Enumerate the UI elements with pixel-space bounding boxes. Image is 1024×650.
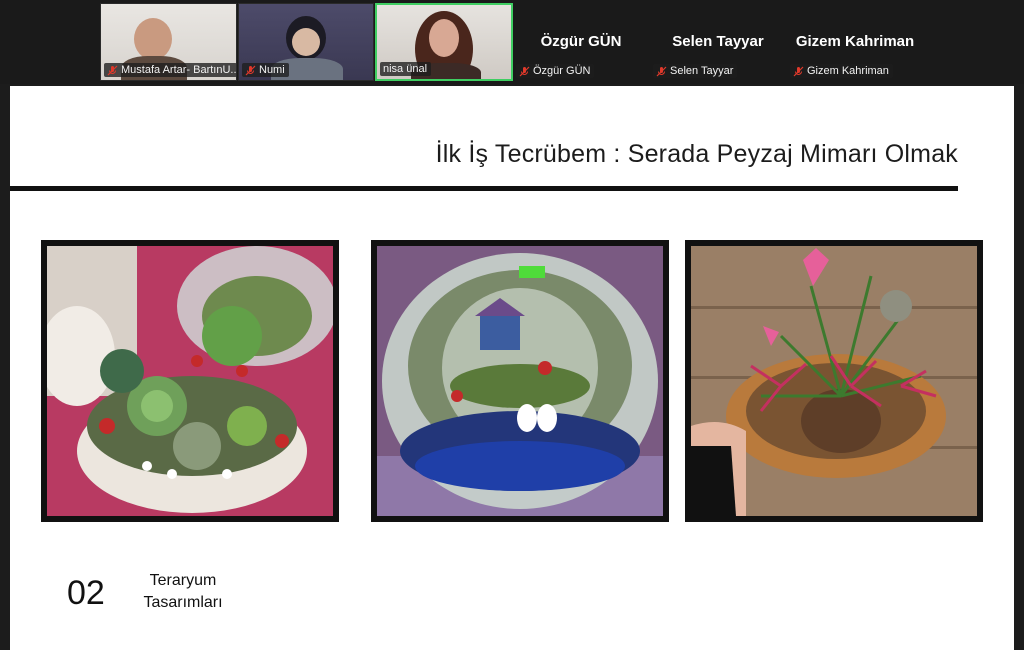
section-title: Teraryum Tasarımları <box>143 572 223 611</box>
section-number: 02 <box>67 574 105 612</box>
muted-mic-icon <box>107 65 118 76</box>
participant-tile-selen[interactable]: Selen Tayyar Selen Tayyar <box>650 3 786 81</box>
photo-succulent-terrarium <box>41 240 339 522</box>
participant-tile-nisa[interactable]: nisa ünal <box>375 3 513 81</box>
participant-name: Gizem Kahriman <box>807 65 889 77</box>
participant-display-name: Gizem Kahriman <box>795 33 915 50</box>
muted-mic-icon <box>656 66 667 77</box>
photo-air-plant-arrangement <box>685 240 983 522</box>
shared-slide: İlk İş Tecrübem : Serada Peyzaj Mimarı O… <box>10 86 1014 650</box>
participant-display-name: Selen Tayyar <box>672 33 764 50</box>
title-divider <box>10 186 958 191</box>
participant-display-name: Özgür GÜN <box>540 33 622 50</box>
participant-tile-numi[interactable]: Numi <box>238 3 374 81</box>
photo-glass-terrarium <box>371 240 669 522</box>
participant-name: Özgür GÜN <box>533 65 591 77</box>
participant-tile-ozgur[interactable]: Özgür GÜN Özgür GÜN <box>513 3 649 81</box>
participant-strip: Mustafa Artar- BartınU... Numi nisa ünal… <box>0 0 1024 84</box>
muted-mic-icon <box>245 65 256 76</box>
participant-name-tag: Numi <box>242 63 289 77</box>
participant-name: Selen Tayyar <box>670 65 734 77</box>
participant-name-tag: nisa ünal <box>380 62 432 76</box>
participant-video <box>134 18 172 60</box>
muted-mic-icon <box>519 66 530 77</box>
participant-name-tag: Mustafa Artar- BartınU... <box>104 63 237 77</box>
participant-name: Numi <box>259 64 285 76</box>
participant-name: Mustafa Artar- BartınU... <box>121 64 237 76</box>
slide-title: İlk İş Tecrübem : Serada Peyzaj Mimarı O… <box>435 140 958 168</box>
participant-tile-mustafa[interactable]: Mustafa Artar- BartınU... <box>100 3 237 81</box>
participant-name-tag: Selen Tayyar <box>653 64 738 78</box>
participant-tile-gizem[interactable]: Gizem Kahriman Gizem Kahriman <box>787 3 923 81</box>
participant-name-tag: Özgür GÜN <box>516 64 595 78</box>
participant-name: nisa ünal <box>383 63 428 75</box>
participant-name-tag: Gizem Kahriman <box>790 64 893 78</box>
muted-mic-icon <box>793 66 804 77</box>
